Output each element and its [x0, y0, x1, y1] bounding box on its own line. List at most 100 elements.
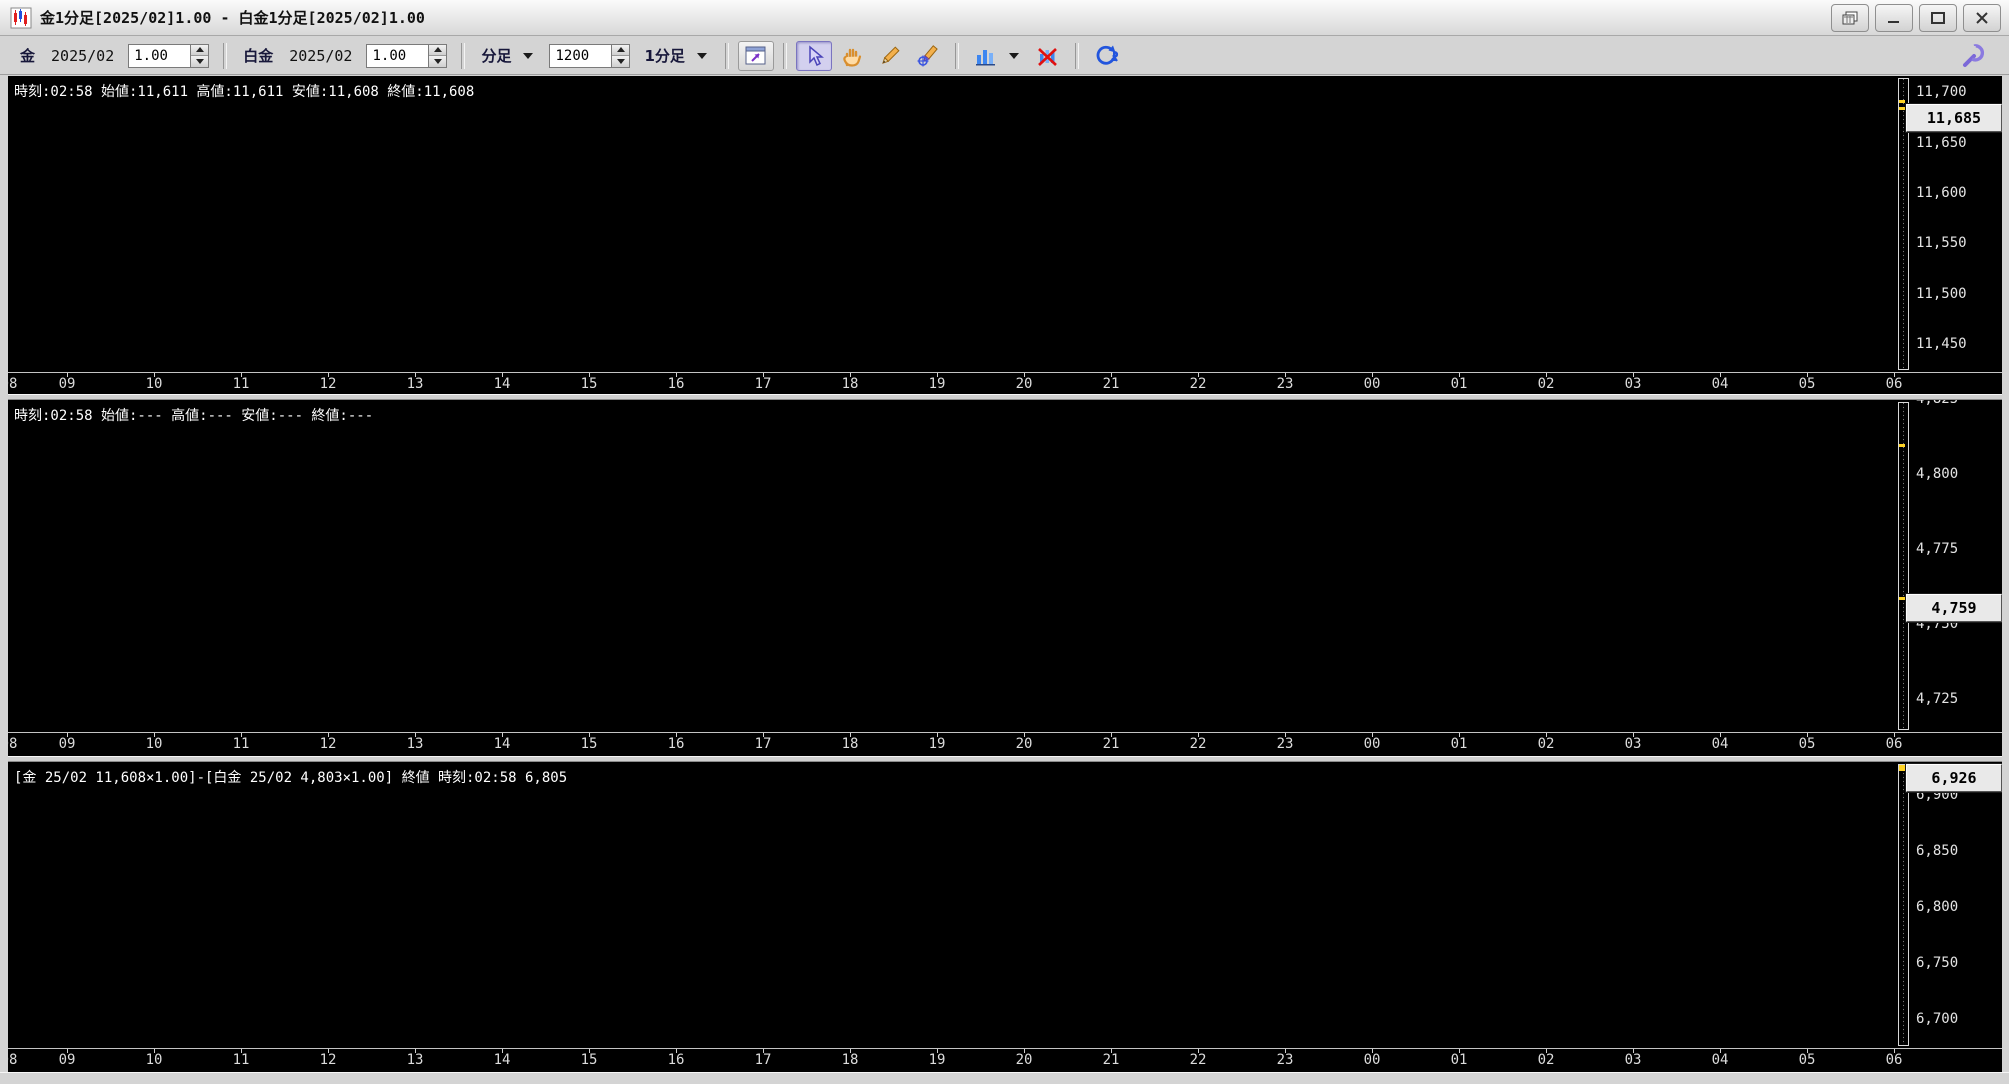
toolbar-separator	[725, 43, 729, 69]
last-price-mark	[1899, 768, 1905, 771]
x-axis-label: 20	[1009, 736, 1039, 752]
spin-up-button[interactable]	[191, 45, 208, 57]
x-axis-label: 16	[661, 1052, 691, 1068]
platinum-symbol-label: 白金	[243, 45, 273, 66]
dropdown-arrow-icon[interactable]	[523, 53, 533, 59]
y-axis-label: 11,500	[1916, 286, 2000, 302]
chart-panel-background: 6,9006,8506,8006,7506,7006,926	[0, 762, 2002, 1048]
spin-up-button[interactable]	[612, 45, 629, 57]
current-price-box: 6,926	[1906, 764, 2002, 792]
hand-pan-icon	[840, 44, 864, 68]
indicator-add-button[interactable]	[968, 41, 1004, 71]
spin-up-button[interactable]	[429, 45, 446, 57]
window-frame-right	[2002, 76, 2009, 1072]
current-price-box: 11,685	[1906, 104, 2002, 132]
x-axis-label: 00	[1357, 376, 1387, 392]
y-axis-label: 6,750	[1916, 955, 2000, 971]
x-axis-label: 02	[1531, 1052, 1561, 1068]
dropdown-arrow-icon[interactable]	[697, 53, 707, 59]
maximize-icon	[1931, 12, 1945, 24]
x-axis-label: 09	[52, 376, 82, 392]
x-axis-label: 11	[226, 1052, 256, 1068]
spread-info: [金 25/02 11,608×1.00]-[白金 25/02 4,803×1.…	[14, 767, 567, 787]
x-axis-label: 06	[1879, 736, 1909, 752]
settings-wrench-icon[interactable]	[1961, 42, 1987, 72]
restore-windows-button[interactable]	[1831, 4, 1869, 32]
indicator-remove-icon	[1036, 45, 1060, 67]
last-price-mark	[1899, 597, 1905, 600]
y-axis-label: 4,800	[1916, 466, 2000, 482]
x-axis-label: 04	[1705, 376, 1735, 392]
current-price-box: 4,759	[1906, 594, 2002, 622]
x-axis-label: 20	[1009, 1052, 1039, 1068]
last-price-mark	[1899, 100, 1905, 103]
x-axis-label: 13	[400, 1052, 430, 1068]
x-axis-label: 21	[1096, 1052, 1126, 1068]
y-axis-label: 11,550	[1916, 235, 2000, 251]
x-axis-label: 21	[1096, 376, 1126, 392]
close-icon	[1975, 12, 1989, 24]
x-axis-label: 19	[922, 376, 952, 392]
toolbar-separator	[461, 43, 465, 69]
panel-separator	[0, 756, 2009, 762]
x-axis-label: 06	[1879, 1052, 1909, 1068]
gold-multiplier-value[interactable]: 1.00	[128, 44, 190, 68]
reload-chart-button[interactable]	[1088, 41, 1124, 71]
pan-tool-button[interactable]	[834, 41, 870, 71]
minimize-button[interactable]	[1875, 4, 1913, 32]
marker-tool-button[interactable]	[910, 41, 946, 71]
window-titlebar[interactable]: 金1分足[2025/02]1.00 - 白金1分足[2025/02]1.00	[0, 0, 2009, 36]
chart-window: 金1分足[2025/02]1.00 - 白金1分足[2025/02]1.00 金	[0, 0, 2009, 1084]
spin-down-button[interactable]	[429, 56, 446, 67]
x-axis-label: 17	[748, 376, 778, 392]
x-axis-label: 14	[487, 736, 517, 752]
spin-down-button[interactable]	[612, 56, 629, 67]
chart-toolbar: 金 2025/02 1.00 白金 2025/02 1.00 分足 1200 1…	[0, 37, 2009, 75]
maximize-button[interactable]	[1919, 4, 1957, 32]
y-axis-label: 4,725	[1916, 691, 2000, 707]
platinum-multiplier-spinner[interactable]: 1.00	[366, 44, 447, 68]
platinum-ohlc-info: 時刻:02:58 始値:--- 高値:--- 安値:--- 終値:---	[14, 405, 373, 425]
chart-select-button[interactable]	[738, 41, 774, 71]
chart-panel-background: 11,70011,65011,60011,55011,50011,45011,6…	[0, 76, 2002, 372]
dropdown-arrow-icon[interactable]	[1009, 53, 1019, 59]
scale-scrollbar[interactable]	[1898, 764, 1909, 1046]
y-axis-label: 6,800	[1916, 899, 2000, 915]
platinum-contract-month: 2025/02	[289, 47, 352, 65]
toolbar-separator	[223, 43, 227, 69]
indicator-remove-button[interactable]	[1030, 41, 1066, 71]
x-axis-label: 11	[226, 736, 256, 752]
x-axis-label: 11	[226, 376, 256, 392]
indicator-chart-icon	[974, 45, 998, 67]
bar-count-spinner[interactable]: 1200	[549, 44, 630, 68]
x-axis-label: 17	[748, 736, 778, 752]
x-axis-label: 03	[1618, 376, 1648, 392]
x-axis-label: 22	[1183, 376, 1213, 392]
x-axis-label: 13	[400, 736, 430, 752]
x-axis-label: 05	[1792, 1052, 1822, 1068]
x-axis-label: 12	[313, 1052, 343, 1068]
x-axis-label: 18	[835, 1052, 865, 1068]
toolbar-separator	[955, 43, 959, 69]
candlestick-app-icon	[10, 7, 32, 29]
close-button[interactable]	[1963, 4, 2001, 32]
x-axis-label: 21	[1096, 736, 1126, 752]
last-price-mark	[1899, 107, 1905, 110]
pencil-tool-button[interactable]	[872, 41, 908, 71]
bar-count-value[interactable]: 1200	[549, 44, 611, 68]
gold-multiplier-spinner[interactable]: 1.00	[128, 44, 209, 68]
platinum-multiplier-value[interactable]: 1.00	[366, 44, 428, 68]
bar-type-dropdown[interactable]: 分足	[481, 45, 511, 66]
x-axis-label: 18	[835, 736, 865, 752]
spin-down-button[interactable]	[191, 56, 208, 67]
scale-scrollbar[interactable]	[1898, 402, 1909, 730]
x-axis-label: 16	[661, 736, 691, 752]
x-axis-label: 19	[922, 1052, 952, 1068]
y-axis-label: 6,700	[1916, 1011, 2000, 1027]
toolbar-separator	[783, 43, 787, 69]
x-axis-label: 22	[1183, 1052, 1213, 1068]
cursor-tool-button[interactable]	[796, 41, 832, 71]
window-frame-left	[0, 76, 8, 1072]
x-axis-label: 01	[1444, 1052, 1474, 1068]
interval-dropdown[interactable]: 1分足	[644, 45, 684, 66]
